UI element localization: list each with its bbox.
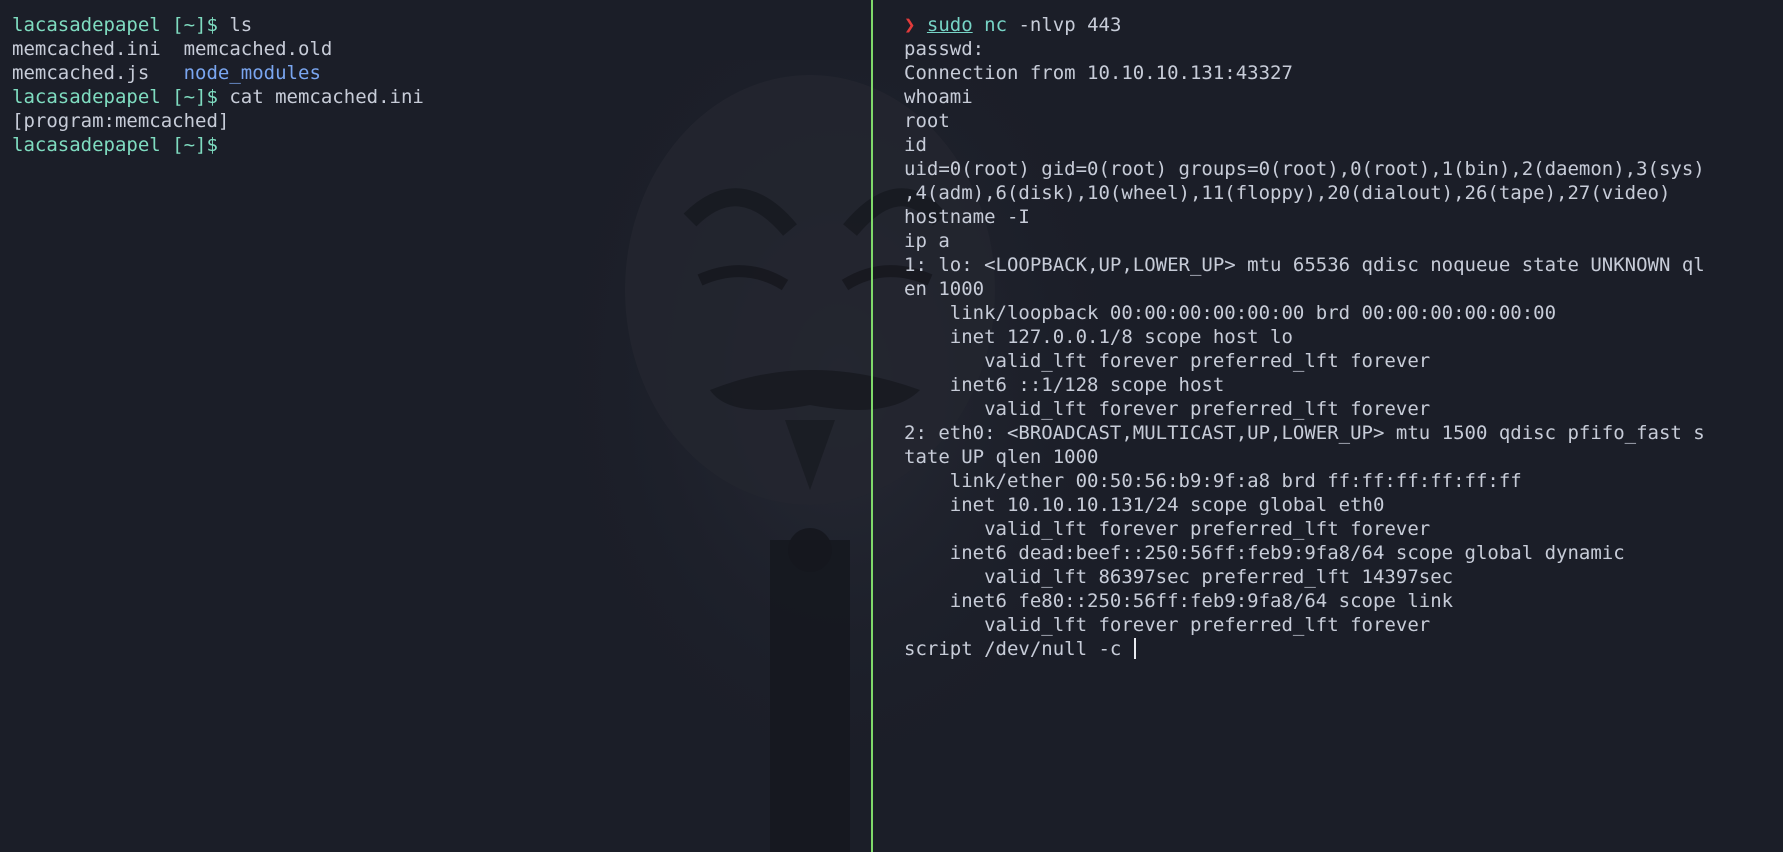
- command-sudo: sudo: [926, 14, 973, 36]
- output-line: valid_lft forever preferred_lft forever: [904, 518, 1431, 540]
- output-line: 1: lo: <LOOPBACK,UP,LOWER_UP> mtu 65536 …: [904, 254, 1705, 276]
- file-name: memcached.old: [183, 38, 333, 60]
- current-input[interactable]: script /dev/null -c: [904, 638, 1133, 660]
- output-line: root: [904, 110, 950, 132]
- command-text: ls: [229, 14, 253, 36]
- output-line: inet6 ::1/128 scope host: [904, 374, 1225, 396]
- text-cursor: [1133, 638, 1136, 659]
- output-line: [program:memcached]: [12, 110, 230, 132]
- shell-prompt: lacasadepapel [~]$: [12, 134, 218, 156]
- output-line: valid_lft forever preferred_lft forever: [904, 398, 1431, 420]
- output-line: Connection from 10.10.10.131:43327: [904, 62, 1293, 84]
- prompt-arrow-icon: ❯: [904, 14, 916, 36]
- output-line: uid=0(root) gid=0(root) groups=0(root),0…: [904, 158, 1705, 180]
- command-args: -nlvp 443: [1018, 14, 1122, 36]
- ls-output-row: memcached.ini memcached.old: [12, 37, 871, 61]
- output-line: link/loopback 00:00:00:00:00:00 brd 00:0…: [904, 302, 1557, 324]
- command-nc: nc: [984, 14, 1008, 36]
- right-terminal-pane[interactable]: ❯ sudo nc -nlvp 443 passwd: Connection f…: [874, 0, 1783, 852]
- shell-prompt: lacasadepapel [~]$: [12, 86, 218, 108]
- output-line: ip a: [904, 230, 950, 252]
- prompt-line: ❯ sudo nc -nlvp 443: [904, 13, 1783, 37]
- output-line: valid_lft forever preferred_lft forever: [904, 350, 1431, 372]
- input-line[interactable]: script /dev/null -c: [904, 637, 1783, 661]
- output-line: tate UP qlen 1000: [904, 446, 1099, 468]
- output-line: valid_lft forever preferred_lft forever: [904, 614, 1431, 636]
- output-line: inet6 fe80::250:56ff:feb9:9fa8/64 scope …: [904, 590, 1454, 612]
- output-line: ,4(adm),6(disk),10(wheel),11(floppy),20(…: [904, 182, 1671, 204]
- prompt-line: lacasadepapel [~]$ cat memcached.ini: [12, 85, 871, 109]
- output-line: 2: eth0: <BROADCAST,MULTICAST,UP,LOWER_U…: [904, 422, 1705, 444]
- terminal-window: lacasadepapel [~]$ ls memcached.ini memc…: [0, 0, 1783, 852]
- output-line: inet 10.10.10.131/24 scope global eth0: [904, 494, 1385, 516]
- command-text: cat memcached.ini: [229, 86, 424, 108]
- prompt-line: lacasadepapel [~]$ ls: [12, 13, 871, 37]
- output-line: id: [904, 134, 927, 156]
- output-line: en 1000: [904, 278, 985, 300]
- output-line: hostname -I: [904, 206, 1030, 228]
- output-line: link/ether 00:50:56:b9:9f:a8 brd ff:ff:f…: [904, 470, 1522, 492]
- output-line: whoami: [904, 86, 973, 108]
- pane-divider[interactable]: [871, 0, 873, 852]
- left-terminal-pane[interactable]: lacasadepapel [~]$ ls memcached.ini memc…: [0, 0, 871, 852]
- directory-name: node_modules: [183, 62, 321, 84]
- file-name: memcached.ini: [12, 38, 161, 60]
- output-line: inet 127.0.0.1/8 scope host lo: [904, 326, 1293, 348]
- shell-prompt: lacasadepapel [~]$: [12, 14, 218, 36]
- output-line: valid_lft 86397sec preferred_lft 14397se…: [904, 566, 1454, 588]
- output-line: inet6 dead:beef::250:56ff:feb9:9fa8/64 s…: [904, 542, 1625, 564]
- output-line: passwd:: [904, 38, 985, 60]
- ls-output-row: memcached.js node_modules: [12, 61, 871, 85]
- prompt-line: lacasadepapel [~]$: [12, 133, 871, 157]
- file-name: memcached.js: [12, 62, 150, 84]
